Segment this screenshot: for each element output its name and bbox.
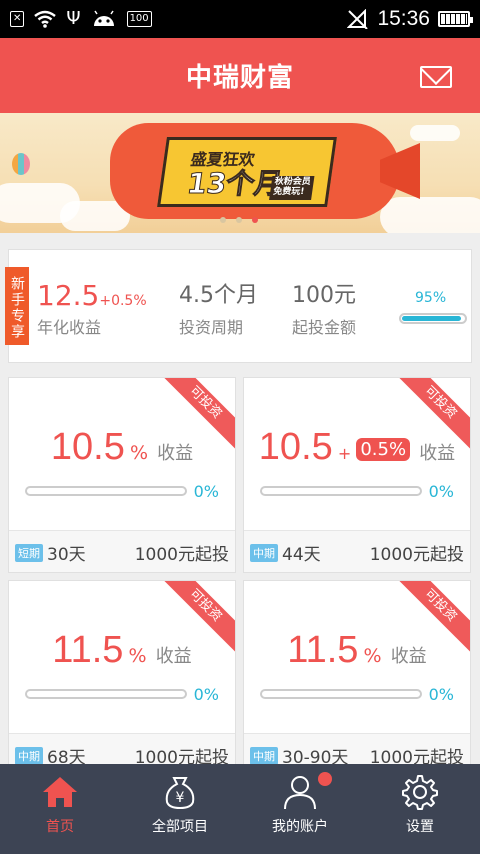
card-footer: 中期 44天 1000元起投 [244, 530, 470, 572]
progress-label: 0% [428, 482, 454, 501]
newbie-tag: 新手专享 [5, 267, 29, 345]
rate-value: 10.5 [258, 426, 333, 468]
nav-all-projects-label: 全部项目 [152, 819, 208, 835]
product-card[interactable]: 可投资 10.5 % 收益 0% 短期 30天 1000元起投 [8, 377, 236, 573]
term-tag: 中期 [250, 746, 278, 765]
mail-icon[interactable] [420, 66, 452, 88]
notification-dot [318, 772, 332, 786]
featured-rate-label: 年化收益 [37, 318, 102, 337]
nav-my-account-label: 我的账户 [272, 819, 328, 835]
rate-label: 收益 [157, 443, 194, 464]
banner-line3: 秋粉会员 免费玩! [269, 176, 315, 200]
nav-settings[interactable]: 设置 [360, 764, 480, 854]
pager-dot-active[interactable] [252, 217, 258, 223]
pager-dot[interactable] [220, 217, 226, 223]
progress-bar [25, 689, 187, 699]
term-tag: 中期 [15, 746, 43, 765]
no-signal-icon [347, 9, 369, 29]
wifi-icon [34, 10, 57, 28]
rate-label: 收益 [390, 646, 427, 667]
featured-progress-label: 95% [415, 290, 447, 306]
user-icon [284, 776, 316, 810]
bonus-rate-badge: 0.5% [356, 438, 411, 461]
progress-label: 0% [193, 685, 219, 704]
rate-percent: % [363, 645, 382, 667]
usb-icon: Ψ [66, 8, 81, 29]
progress-bar [25, 486, 187, 496]
featured-rate-plus: +0.5% [99, 293, 147, 309]
battery-percent-badge: 100 [126, 11, 152, 27]
card-footer: 短期 30天 1000元起投 [9, 530, 235, 572]
rate-percent: % [129, 442, 149, 464]
progress-label: 0% [428, 685, 454, 704]
clock: 15:36 [377, 7, 430, 30]
bonus-plus: + [337, 444, 352, 463]
android-icon [93, 10, 114, 26]
progress-bar [260, 486, 422, 496]
rate-line: 11.5 % 收益 [9, 629, 235, 672]
product-card[interactable]: 可投资 11.5 % 收益 0% 中期 30-90天 1000元起投 [243, 580, 471, 776]
money-bag-icon: ¥ [165, 777, 195, 810]
featured-period: 4.5个月 投资周期 [179, 282, 258, 338]
promo-banner[interactable]: 盛夏狂欢 13个月 秋粉会员 免费玩! [0, 113, 480, 233]
progress-bar [260, 689, 422, 699]
featured-product-card[interactable]: 新手专享 12.5+0.5% 年化收益 4.5个月 投资周期 100元 起投金额… [5, 249, 472, 363]
app-header: 中瑞财富 [0, 38, 480, 113]
pager-dot[interactable] [236, 217, 242, 223]
rate-line: 10.5 + 0.5% 收益 [244, 426, 470, 469]
nav-my-account[interactable]: 我的账户 [240, 764, 360, 854]
product-card[interactable]: 可投资 11.5 % 收益 0% 中期 68天 1000元起投 [8, 580, 236, 776]
page-title: 中瑞财富 [185, 63, 294, 93]
featured-progress-bar [399, 313, 467, 324]
svg-text:¥: ¥ [176, 790, 185, 806]
featured-min-label: 起投金额 [292, 318, 357, 337]
term-tag: 中期 [250, 543, 278, 562]
rate-value: 10.5 [50, 426, 125, 468]
rate-label: 收益 [419, 443, 456, 464]
nav-home-label: 首页 [46, 819, 74, 835]
balloon-icon [12, 153, 30, 175]
featured-min-value: 100元 [292, 283, 356, 308]
rate-value: 11.5 [52, 629, 124, 671]
featured-period-label: 投资周期 [179, 318, 244, 337]
featured-rate-value: 12.5 [37, 279, 100, 312]
min-investment: 1000元起投 [369, 545, 464, 565]
sim-icon: ✕ [10, 11, 25, 27]
status-bar: ✕ Ψ 100 15:36 [0, 0, 480, 38]
featured-period-value: 4.5个月 [179, 283, 258, 308]
nav-all-projects[interactable]: ¥ 全部项目 [120, 764, 240, 854]
battery-icon [438, 11, 473, 27]
rate-percent: % [128, 645, 147, 667]
home-icon [43, 777, 77, 807]
rate-line: 10.5 % 收益 [9, 426, 235, 469]
rate-label: 收益 [155, 646, 192, 667]
gear-icon [402, 775, 438, 810]
nav-home[interactable]: 首页 [0, 764, 120, 854]
featured-min-amount: 100元 起投金额 [292, 282, 356, 338]
min-investment: 1000元起投 [134, 545, 229, 565]
term-days: 30天 [47, 545, 86, 565]
rate-value: 11.5 [287, 629, 359, 671]
term-days: 44天 [282, 545, 321, 565]
term-tag: 短期 [15, 543, 43, 562]
banner-pager [220, 217, 258, 223]
nav-settings-label: 设置 [406, 819, 434, 835]
featured-rate: 12.5+0.5% 年化收益 [37, 282, 147, 338]
product-card[interactable]: 可投资 10.5 + 0.5% 收益 0% 中期 44天 1000元起投 [243, 377, 471, 573]
banner-sign: 盛夏狂欢 13个月 秋粉会员 免费玩! [157, 137, 337, 207]
progress-label: 0% [193, 482, 219, 501]
rate-line: 11.5 % 收益 [244, 629, 470, 672]
bottom-nav: 首页 ¥ 全部项目 我的账户 设置 [0, 764, 480, 854]
